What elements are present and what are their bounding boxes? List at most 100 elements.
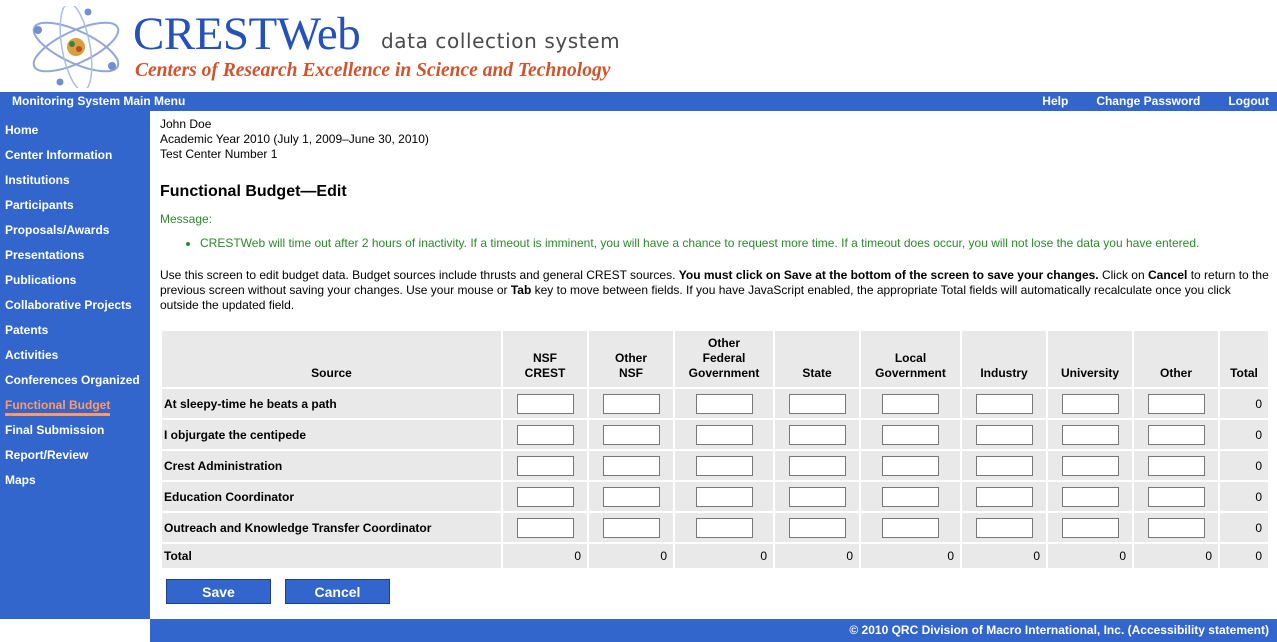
sidebar-item-maps[interactable]: Maps xyxy=(0,472,150,497)
budget-cell xyxy=(589,389,673,418)
sidebar-item-presentations[interactable]: Presentations xyxy=(0,247,150,272)
local-government-input[interactable] xyxy=(882,393,939,414)
footer-copyright[interactable]: © 2010 QRC Division of Macro Internation… xyxy=(849,623,1269,637)
university-input[interactable] xyxy=(1061,486,1119,507)
industry-input[interactable] xyxy=(975,455,1033,476)
state-input[interactable] xyxy=(788,455,846,476)
sidebar-item-label: Participants xyxy=(5,198,74,212)
other-nsf-input[interactable] xyxy=(602,517,660,538)
university-input[interactable] xyxy=(1061,393,1119,414)
nsf-crest-input[interactable] xyxy=(516,424,574,445)
university-input[interactable] xyxy=(1061,517,1119,538)
nsf-crest-input[interactable] xyxy=(516,393,574,414)
sidebar-item-label: Report/Review xyxy=(5,448,89,462)
other-nsf-input[interactable] xyxy=(602,455,660,476)
budget-cell xyxy=(861,513,960,542)
instructions-part: Click on xyxy=(1098,268,1148,282)
header-text: Federal xyxy=(702,351,746,365)
user-info: John Doe Academic Year 2010 (July 1, 200… xyxy=(160,117,1272,162)
user-name: John Doe xyxy=(160,117,212,131)
sidebar-item-activities[interactable]: Activities xyxy=(0,347,150,372)
budget-cell xyxy=(675,482,773,511)
other-federal-input[interactable] xyxy=(695,455,753,476)
budget-cell xyxy=(775,389,859,418)
nsf-crest-input[interactable] xyxy=(516,486,574,507)
header-text: Other xyxy=(707,336,740,350)
budget-cell xyxy=(775,482,859,511)
academic-year: Academic Year 2010 (July 1, 2009–June 30… xyxy=(160,132,429,146)
total-cell: 0 xyxy=(675,544,773,568)
sidebar-nav: Home Center Information Institutions Par… xyxy=(0,111,150,619)
university-input[interactable] xyxy=(1061,424,1119,445)
other-nsf-input[interactable] xyxy=(602,486,660,507)
sidebar-item-label: Patents xyxy=(5,323,49,337)
budget-cell xyxy=(962,451,1046,480)
local-government-input[interactable] xyxy=(882,455,939,476)
brand-name: CRESTWeb xyxy=(133,8,361,60)
university-input[interactable] xyxy=(1061,455,1119,476)
sidebar-item-conferences-organized[interactable]: Conferences Organized xyxy=(0,372,150,397)
budget-cell xyxy=(861,420,960,449)
change-password-link[interactable]: Change Password xyxy=(1096,94,1200,108)
brand-tagline: Centers of Research Excellence in Scienc… xyxy=(135,60,611,81)
sidebar-item-participants[interactable]: Participants xyxy=(0,197,150,222)
sidebar-item-institutions[interactable]: Institutions xyxy=(0,172,150,197)
other-input[interactable] xyxy=(1147,393,1205,414)
help-link[interactable]: Help xyxy=(1042,94,1068,108)
column-header-other-nsf: Other NSF xyxy=(589,331,673,387)
cancel-button[interactable]: Cancel xyxy=(285,579,390,604)
state-input[interactable] xyxy=(788,517,846,538)
header-text: State xyxy=(802,366,832,380)
instructions-bold: Cancel xyxy=(1148,268,1188,282)
sidebar-item-proposals-awards[interactable]: Proposals/Awards xyxy=(0,222,150,247)
sidebar-item-report-review[interactable]: Report/Review xyxy=(0,447,150,472)
total-cell: 0 xyxy=(1134,544,1218,568)
table-row: Outreach and Knowledge Transfer Coordina… xyxy=(162,513,1268,542)
nsf-crest-input[interactable] xyxy=(516,455,574,476)
sidebar-item-publications[interactable]: Publications xyxy=(0,272,150,297)
footer: © 2010 QRC Division of Macro Internation… xyxy=(150,619,1277,642)
budget-cell xyxy=(1048,451,1132,480)
local-government-input[interactable] xyxy=(882,486,939,507)
state-input[interactable] xyxy=(788,393,846,414)
other-nsf-input[interactable] xyxy=(602,393,660,414)
sidebar-item-label: Home xyxy=(5,123,39,137)
local-government-input[interactable] xyxy=(882,517,939,538)
column-header-industry: Industry xyxy=(962,331,1046,387)
logout-link[interactable]: Logout xyxy=(1228,94,1269,108)
sidebar-item-label: Conferences Organized xyxy=(5,373,140,387)
sidebar-item-center-information[interactable]: Center Information xyxy=(0,147,150,172)
budget-cell xyxy=(675,420,773,449)
header-text: Government xyxy=(688,366,760,380)
industry-input[interactable] xyxy=(975,517,1033,538)
budget-table-body: At sleepy-time he beats a path 0 I objurga… xyxy=(162,389,1268,542)
other-federal-input[interactable] xyxy=(695,393,753,414)
budget-cell xyxy=(775,513,859,542)
other-input[interactable] xyxy=(1147,517,1205,538)
sidebar-item-collaborative-projects[interactable]: Collaborative Projects xyxy=(0,297,150,322)
state-input[interactable] xyxy=(788,486,846,507)
other-input[interactable] xyxy=(1147,455,1205,476)
industry-input[interactable] xyxy=(975,424,1033,445)
sidebar-item-patents[interactable]: Patents xyxy=(0,322,150,347)
sidebar-item-functional-budget[interactable]: Functional Budget xyxy=(0,397,150,422)
other-federal-input[interactable] xyxy=(695,424,753,445)
other-input[interactable] xyxy=(1147,486,1205,507)
sidebar-item-final-submission[interactable]: Final Submission xyxy=(0,422,150,447)
sidebar-item-label: Final Submission xyxy=(5,423,105,437)
other-federal-input[interactable] xyxy=(695,517,753,538)
instructions-bold: You must click on Save at the bottom of … xyxy=(678,268,1099,282)
other-nsf-input[interactable] xyxy=(602,424,660,445)
save-button[interactable]: Save xyxy=(166,579,271,604)
other-input[interactable] xyxy=(1147,424,1205,445)
other-federal-input[interactable] xyxy=(695,486,753,507)
timeout-message: CRESTWeb will time out after 2 hours of … xyxy=(200,236,1272,250)
state-input[interactable] xyxy=(788,424,846,445)
local-government-input[interactable] xyxy=(882,424,939,445)
budget-cell xyxy=(503,389,587,418)
sidebar-item-label: Presentations xyxy=(5,248,85,262)
sidebar-item-home[interactable]: Home xyxy=(0,122,150,147)
industry-input[interactable] xyxy=(975,486,1033,507)
nsf-crest-input[interactable] xyxy=(516,517,574,538)
industry-input[interactable] xyxy=(975,393,1033,414)
